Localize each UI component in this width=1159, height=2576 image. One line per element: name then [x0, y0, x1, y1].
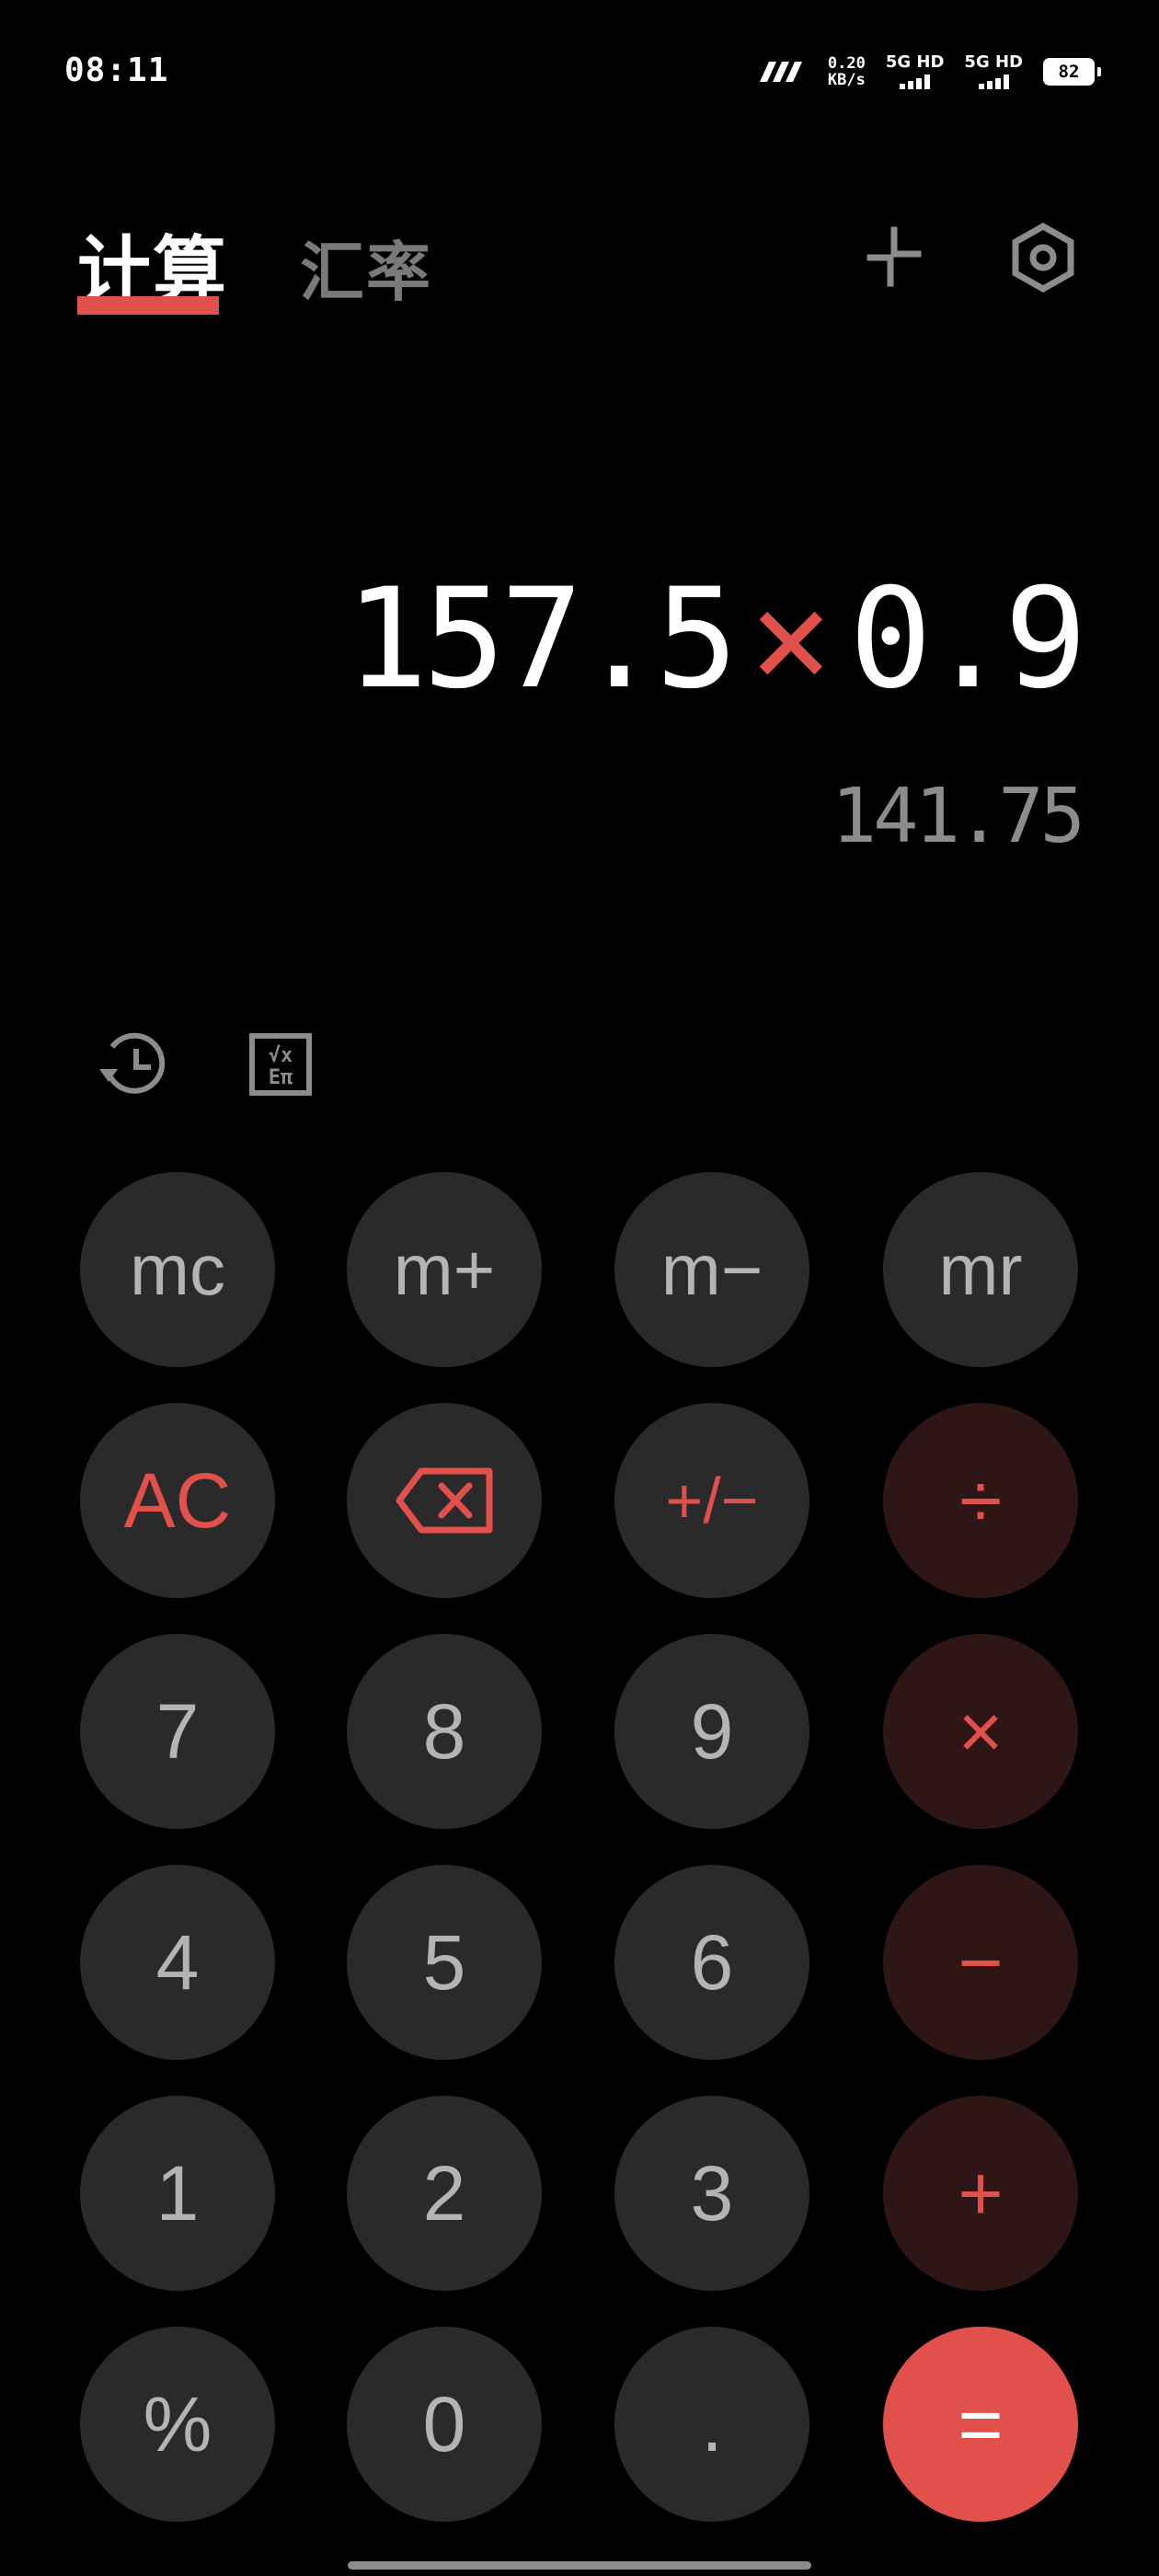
battery-icon: 82 — [1043, 58, 1101, 86]
divide-button[interactable]: ÷ — [883, 1403, 1078, 1598]
digit-6-button[interactable]: 6 — [614, 1865, 809, 2060]
settings-icon[interactable] — [1006, 221, 1080, 294]
app-notification-icon — [759, 62, 802, 82]
digit-1-button[interactable]: 1 — [80, 2096, 275, 2291]
home-indicator[interactable] — [348, 2561, 811, 2570]
multiply-button[interactable]: × — [883, 1634, 1078, 1829]
operand-2: 0.9 — [849, 559, 1087, 719]
status-icons: 0.20 KB/s 5G HD 5G HD 82 — [756, 52, 1101, 92]
expression-display: 157.5 × 0.9 — [345, 559, 1087, 719]
backspace-button[interactable] — [347, 1403, 542, 1598]
minus-button[interactable]: − — [883, 1865, 1078, 2060]
backspace-icon — [396, 1467, 493, 1534]
m-minus-button[interactable]: m− — [614, 1172, 809, 1367]
operator: × — [749, 559, 833, 719]
status-time: 08:11 — [64, 52, 169, 89]
digit-9-button[interactable]: 9 — [614, 1634, 809, 1829]
digit-8-button[interactable]: 8 — [347, 1634, 542, 1829]
m-plus-button[interactable]: m+ — [347, 1172, 542, 1367]
plus-button[interactable]: + — [883, 2096, 1078, 2291]
operand-1: 157.5 — [345, 559, 739, 719]
signal-bars-icon — [978, 75, 1009, 89]
equals-button[interactable]: = — [883, 2327, 1078, 2522]
signal-bars-icon — [900, 75, 931, 89]
tab-active-indicator — [77, 296, 219, 315]
sign-toggle-button[interactable]: +/− — [614, 1403, 809, 1598]
history-icon[interactable] — [94, 1025, 173, 1104]
digit-4-button[interactable]: 4 — [80, 1865, 275, 2060]
scientific-icon[interactable]: √x Eπ — [241, 1025, 320, 1104]
digit-7-button[interactable]: 7 — [80, 1634, 275, 1829]
network-speed: 0.20 KB/s — [827, 54, 866, 89]
digit-3-button[interactable]: 3 — [614, 2096, 809, 2291]
digit-0-button[interactable]: 0 — [347, 2327, 542, 2522]
digit-5-button[interactable]: 5 — [347, 1865, 542, 2060]
decimal-button[interactable]: . — [614, 2327, 809, 2522]
clear-button[interactable]: AC — [80, 1403, 275, 1598]
sim1-signal: 5G HD — [886, 54, 944, 89]
mr-button[interactable]: mr — [883, 1172, 1078, 1367]
svg-text:√x: √x — [269, 1044, 293, 1067]
sim2-signal: 5G HD — [964, 54, 1023, 89]
collapse-icon[interactable] — [857, 221, 931, 294]
digit-2-button[interactable]: 2 — [347, 2096, 542, 2291]
result-display: 141.75 — [831, 773, 1085, 860]
svg-text:Eπ: Eπ — [269, 1066, 293, 1089]
mc-button[interactable]: mc — [80, 1172, 275, 1367]
percent-button[interactable]: % — [80, 2327, 275, 2522]
tab-exchange-rate[interactable]: 汇率 — [300, 221, 432, 314]
